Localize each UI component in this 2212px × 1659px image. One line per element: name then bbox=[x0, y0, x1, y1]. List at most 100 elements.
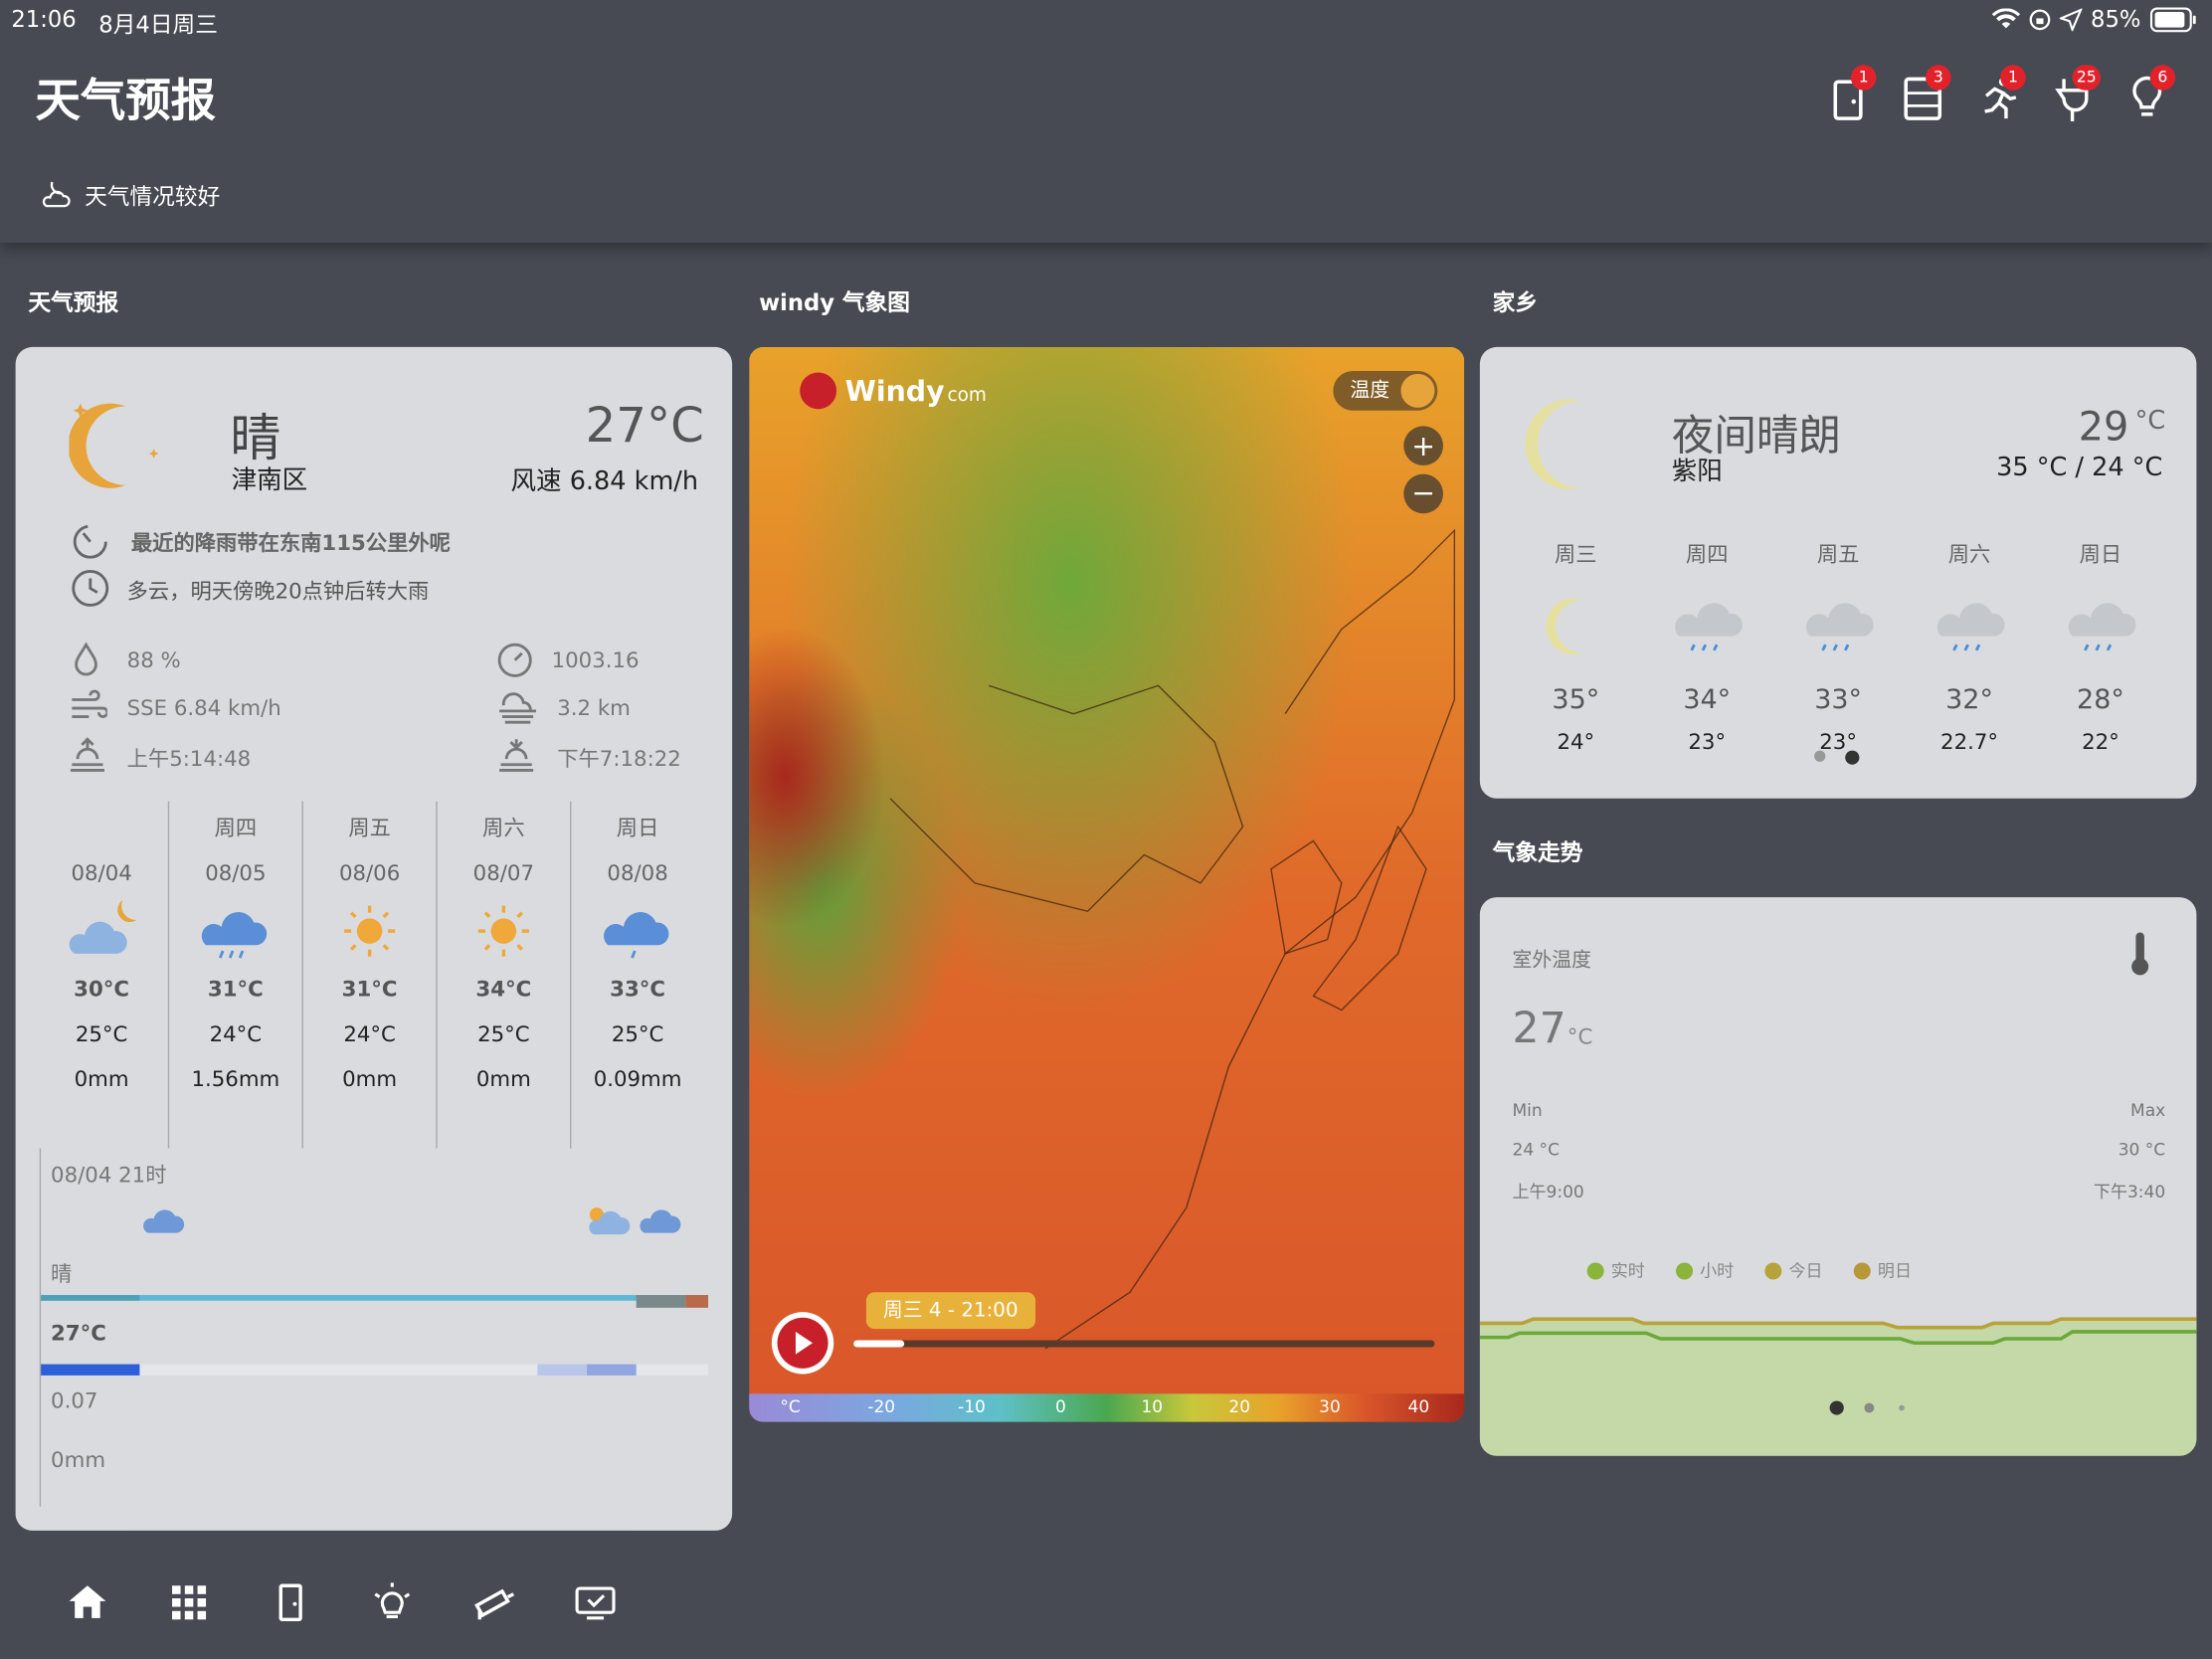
section-title-home: 家乡 bbox=[1492, 288, 1539, 316]
min-value: 24 °C bbox=[1512, 1140, 1560, 1160]
page-dot-active[interactable] bbox=[1845, 750, 1860, 765]
hourly-rain: 0mm bbox=[51, 1447, 106, 1473]
rain-cloud-icon bbox=[1675, 603, 1743, 651]
banner-text: 天气情况较好 bbox=[85, 183, 221, 211]
rain-icon bbox=[201, 912, 268, 959]
sun-icon bbox=[344, 905, 396, 957]
home-day-column: 周六 32° 22.7° bbox=[1905, 539, 2034, 755]
page-dot[interactable] bbox=[1814, 750, 1826, 762]
sun-icon bbox=[477, 905, 529, 957]
motion-sensor-button[interactable]: 1 bbox=[1972, 62, 2029, 123]
legend-item[interactable]: 实时 bbox=[1586, 1258, 1645, 1282]
temperature-map bbox=[749, 346, 1465, 1422]
status-bar: 21:06 8月4日周三 85% bbox=[0, 0, 2212, 40]
home-day-column: 周四 34° 23° bbox=[1642, 539, 1771, 755]
partly-cloudy-night-icon bbox=[42, 181, 71, 208]
home-temp-unit: °C bbox=[2134, 406, 2166, 437]
temperature-trend-card[interactable]: 室外温度 27 °C Min Max 24 °C 30 °C 上午9:00 下午… bbox=[1479, 897, 2197, 1456]
trend-value: 27 bbox=[1512, 1004, 1567, 1054]
status-date: 8月4日周三 bbox=[98, 11, 218, 39]
thermometer-icon bbox=[2131, 932, 2149, 976]
daily-column: 周六 08/07 34°C 25°C 0mm bbox=[438, 802, 570, 1149]
rotation-lock-icon bbox=[2029, 9, 2051, 31]
play-icon bbox=[777, 1317, 829, 1369]
home-temperature: 29 bbox=[2078, 403, 2129, 451]
current-wind-speed: 风速 6.84 km/h bbox=[510, 466, 699, 497]
nav-doors[interactable] bbox=[268, 1580, 312, 1625]
gauge-icon bbox=[497, 643, 532, 677]
hourly-precip: 0.07 bbox=[51, 1387, 98, 1414]
door-sensor-button[interactable]: 1 bbox=[1823, 62, 1880, 123]
nav-lights[interactable] bbox=[370, 1580, 415, 1625]
moon-icon bbox=[69, 403, 159, 488]
legend-item[interactable]: 小时 bbox=[1676, 1258, 1734, 1282]
hourly-time: 08/04 21时 bbox=[51, 1162, 167, 1189]
timeline-label: 周三 4 - 21:00 bbox=[865, 1292, 1035, 1330]
weather-banner[interactable]: 天气情况较好 bbox=[40, 178, 221, 212]
zoom-in-button[interactable]: + bbox=[1403, 426, 1443, 466]
hourly-temperature: 27°C bbox=[51, 1320, 106, 1347]
status-time: 21:06 bbox=[11, 5, 77, 33]
door-icon bbox=[278, 1583, 302, 1621]
notification-badge: 1 bbox=[2000, 65, 2026, 91]
daily-column: 周四 08/05 31°C 24°C 1.56mm bbox=[191, 815, 280, 1092]
forecast-card[interactable]: 晴 津南区 27°C 风速 6.84 km/h 最近的降雨带在东南115公里外呢… bbox=[15, 346, 733, 1531]
cabinet-button[interactable]: 3 bbox=[1898, 62, 1954, 123]
timeline-slider[interactable] bbox=[853, 1340, 1435, 1348]
home-weather-card[interactable]: 夜间晴朗 紫阳 29 °C 35 °C / 24 °C 周三 35° 24° 周… bbox=[1479, 346, 2197, 799]
nav-cameras[interactable] bbox=[471, 1580, 516, 1625]
temperature-scale: °C -20 -10 0 10 20 30 40 bbox=[749, 1393, 1465, 1422]
partly-cloudy-icon bbox=[589, 1207, 631, 1235]
max-time: 下午3:40 bbox=[2093, 1182, 2166, 1202]
min-label: Min bbox=[1512, 1100, 1543, 1121]
bottom-nav bbox=[0, 1546, 2212, 1659]
notification-badge: 1 bbox=[1850, 65, 1877, 91]
battery-percent: 85% bbox=[2091, 5, 2141, 33]
location-icon bbox=[2059, 8, 2083, 32]
page-title: 天气预报 bbox=[35, 73, 217, 127]
max-label: Max bbox=[2130, 1100, 2166, 1121]
home-location: 紫阳 bbox=[1671, 457, 1723, 487]
light-button[interactable]: 6 bbox=[2121, 62, 2178, 123]
nav-media[interactable] bbox=[573, 1580, 618, 1625]
humidity-value: 88 % bbox=[126, 647, 181, 673]
trend-unit: °C bbox=[1567, 1023, 1593, 1050]
trend-legend: 实时 小时 今日 明日 bbox=[1586, 1258, 1912, 1282]
lights-icon bbox=[374, 1582, 411, 1619]
layer-selector[interactable]: 温度 bbox=[1333, 371, 1438, 411]
max-value: 30 °C bbox=[2118, 1140, 2166, 1160]
grid-icon bbox=[172, 1585, 207, 1620]
moon-icon bbox=[56, 1208, 71, 1237]
nav-home[interactable] bbox=[65, 1580, 109, 1625]
home-day-column: 周日 28° 22° bbox=[2036, 539, 2165, 755]
cloud-icon bbox=[640, 1209, 681, 1233]
zoom-out-button[interactable]: − bbox=[1403, 473, 1443, 514]
rain-timer-icon bbox=[73, 524, 107, 559]
moon-icon bbox=[1525, 399, 1581, 490]
clock-icon bbox=[72, 570, 109, 607]
play-button[interactable] bbox=[771, 1312, 834, 1375]
daily-forecast: 08/04 30°C 25°C 0mm 周四 08/05 31°C 24°C 1… bbox=[35, 801, 712, 1149]
windy-map[interactable]: Windy com 温度 + − 周三 4 - 21:00 °C -20 -10… bbox=[749, 346, 1465, 1422]
sunrise-time: 上午5:14:48 bbox=[126, 746, 252, 772]
camera-icon bbox=[474, 1588, 515, 1620]
rain-cloud-icon bbox=[2068, 603, 2136, 651]
plug-button[interactable]: 25 bbox=[2047, 62, 2104, 123]
current-temperature: 27°C bbox=[585, 397, 704, 455]
outlook-text: 多云，明天傍晚20点钟后转大雨 bbox=[126, 578, 430, 605]
thermometer-icon bbox=[1400, 373, 1435, 408]
pressure-value: 1003.16 bbox=[551, 647, 640, 673]
nav-apps[interactable] bbox=[166, 1580, 211, 1625]
fog-icon bbox=[499, 692, 536, 724]
current-location: 津南区 bbox=[231, 465, 308, 495]
wind-direction: SSE 6.84 km/h bbox=[126, 695, 281, 721]
rain-alert: 最近的降雨带在东南115公里外呢 bbox=[130, 530, 451, 556]
legend-item[interactable]: 今日 bbox=[1764, 1258, 1823, 1282]
rain-cloud-icon bbox=[1936, 603, 2005, 651]
windy-logo: Windy com bbox=[800, 372, 987, 410]
wifi-icon bbox=[1991, 8, 2021, 29]
visibility-value: 3.2 km bbox=[557, 695, 631, 721]
sunset-icon bbox=[499, 739, 534, 772]
section-title-trend: 气象走势 bbox=[1492, 838, 1583, 866]
legend-item[interactable]: 明日 bbox=[1853, 1258, 1912, 1282]
